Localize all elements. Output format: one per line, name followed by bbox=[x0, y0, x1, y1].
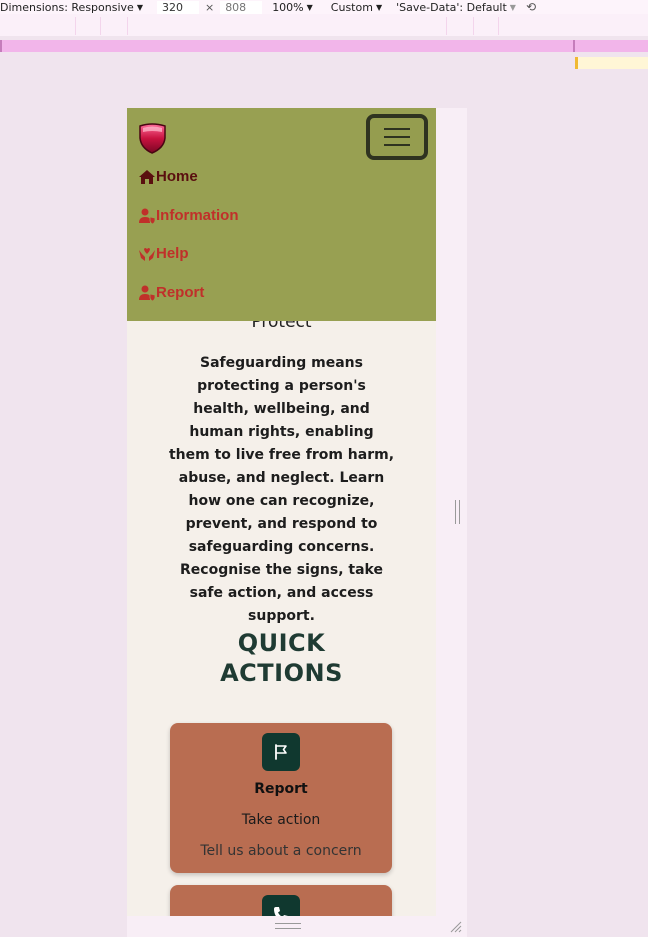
throttle-dropdown[interactable]: Custom ▼ bbox=[331, 1, 382, 14]
user-shield-icon bbox=[139, 285, 156, 301]
nav-link-information[interactable]: Information bbox=[138, 207, 239, 224]
dimensions-dropdown[interactable]: Dimensions: Responsive ▼ bbox=[0, 1, 143, 14]
menu-toggle-button[interactable] bbox=[366, 114, 428, 160]
hands-holding-icon bbox=[139, 247, 155, 261]
zoom-value: 100% bbox=[272, 0, 304, 14]
dimensions-label: Dimensions: Responsive bbox=[0, 0, 134, 14]
user-shield-icon bbox=[139, 208, 156, 224]
save-data-dropdown[interactable]: 'Save-Data': Default ▼ bbox=[396, 1, 516, 14]
times-icon: × bbox=[204, 0, 215, 14]
nav-label-report: Report bbox=[156, 284, 205, 301]
phone-icon bbox=[262, 895, 300, 916]
home-icon bbox=[139, 169, 155, 184]
width-input[interactable] bbox=[156, 0, 199, 14]
quick-actions-title-line1: QUICK bbox=[237, 629, 326, 657]
devtools-toolbar: Dimensions: Responsive ▼ × 100% ▼ Custom… bbox=[0, 0, 648, 14]
nav-link-report[interactable]: Report bbox=[138, 284, 204, 301]
resize-handle-right[interactable] bbox=[455, 500, 460, 524]
quick-action-card-call[interactable] bbox=[170, 885, 392, 916]
caret-down-icon: ▼ bbox=[136, 2, 143, 12]
caret-down-icon: ▼ bbox=[306, 2, 313, 12]
caret-down-icon: ▼ bbox=[509, 2, 516, 12]
hamburger-line bbox=[384, 144, 410, 146]
hamburger-line bbox=[384, 136, 410, 138]
save-data-value: 'Save-Data': Default bbox=[396, 0, 507, 14]
hamburger-line bbox=[384, 128, 410, 130]
resize-corner-icon[interactable] bbox=[449, 920, 463, 934]
rotate-icon[interactable]: ⟲ bbox=[526, 0, 536, 14]
nav-label-home: Home bbox=[156, 168, 198, 185]
nav-label-information: Information bbox=[156, 207, 239, 224]
media-query-bar[interactable] bbox=[0, 40, 648, 52]
height-input[interactable] bbox=[220, 0, 263, 14]
nav-label-help: Help bbox=[156, 245, 189, 262]
nav-link-home[interactable]: Home bbox=[138, 168, 198, 185]
viewport-right-gutter bbox=[436, 108, 467, 916]
emulated-viewport: G Home bbox=[127, 108, 436, 916]
card-subtitle: Take action bbox=[241, 812, 321, 828]
hero-intro-text: Safeguarding means protecting a person's… bbox=[168, 355, 395, 624]
media-query-bar-secondary[interactable] bbox=[575, 57, 648, 69]
shield-logo-icon[interactable] bbox=[138, 122, 167, 154]
quick-actions-title-line2: ACTIONS bbox=[220, 659, 343, 687]
quick-action-card-report[interactable]: Report Take action Tell us about a conce… bbox=[170, 723, 392, 873]
caret-down-icon: ▼ bbox=[375, 2, 383, 12]
zoom-dropdown[interactable]: 100% ▼ bbox=[272, 1, 313, 14]
card-title: Report bbox=[254, 781, 308, 797]
navbar: Home Information Help Report bbox=[127, 108, 436, 321]
throttle-value: Custom bbox=[330, 0, 373, 14]
flag-icon bbox=[262, 733, 300, 771]
devtools-ruler bbox=[0, 14, 648, 36]
nav-link-help[interactable]: Help bbox=[138, 245, 189, 262]
resize-handle-bottom[interactable] bbox=[275, 923, 301, 929]
quick-actions-title: QUICK ACTIONS bbox=[127, 628, 436, 688]
card-description: Tell us about a concern bbox=[200, 843, 362, 859]
